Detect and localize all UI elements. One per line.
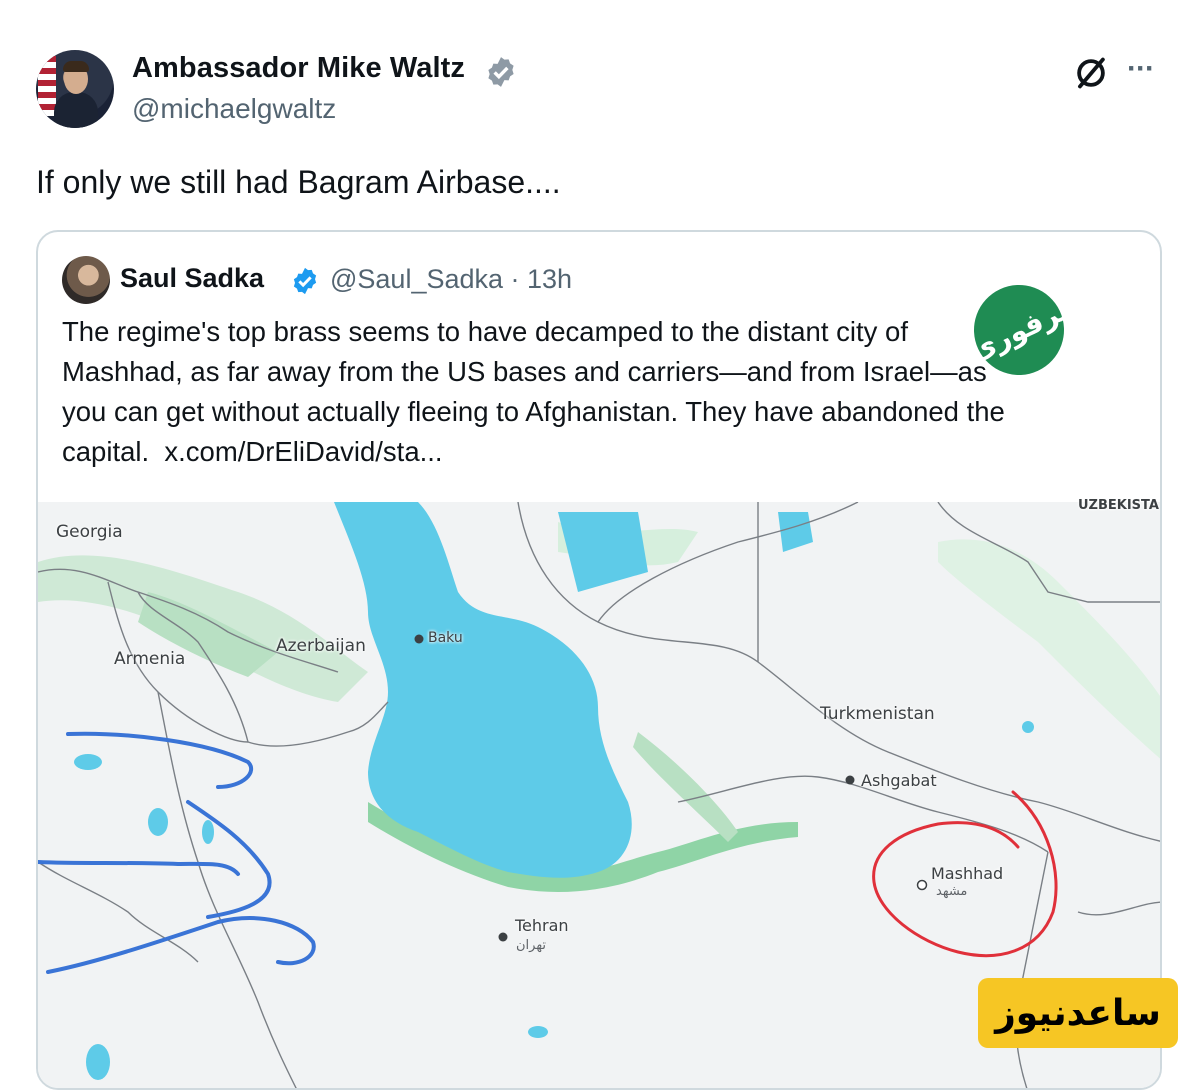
map-label-turkmenistan: Turkmenistan	[820, 704, 935, 724]
map-label-tehran: Tehran	[515, 916, 569, 935]
flag-graphic	[38, 56, 56, 116]
city-marker-baku	[414, 634, 424, 644]
verified-badge-icon	[293, 267, 317, 295]
lake	[86, 1044, 110, 1080]
lake	[528, 1026, 548, 1038]
quoted-author-avatar[interactable]	[62, 256, 110, 304]
tweet-card: Ambassador Mike Waltz @michaelgwaltz ···…	[0, 0, 1200, 1090]
quoted-text-last: capital.	[62, 436, 150, 467]
lake	[202, 820, 214, 844]
map-label-georgia: Georgia	[56, 522, 123, 542]
city-marker-ashgabat	[845, 775, 855, 785]
more-options-icon[interactable]: ···	[1127, 52, 1155, 86]
map-label-ashgabat: Ashgabat	[861, 771, 937, 790]
lake	[74, 754, 102, 770]
author-name[interactable]: Ambassador Mike Waltz	[132, 52, 465, 85]
map-label-azerbaijan: Azerbaijan	[276, 636, 366, 656]
author-handle[interactable]: @michaelgwaltz	[132, 93, 336, 125]
grok-icon[interactable]	[1072, 54, 1110, 92]
map-label-tehran-fa: تهران	[516, 938, 546, 953]
post-text: If only we still had Bagram Airbase....	[36, 164, 561, 200]
map-label-mashhad-fa: مشهد	[936, 884, 968, 899]
verified-badge-icon	[488, 57, 514, 87]
lake	[1022, 721, 1034, 733]
city-marker-tehran	[498, 932, 508, 942]
map-label-armenia: Armenia	[114, 649, 186, 669]
quoted-author-handle-time[interactable]: @Saul_Sadka · 13h	[330, 264, 572, 295]
author-avatar[interactable]	[36, 50, 114, 128]
map-label-uzbekistan: UZBEKISTA	[1078, 498, 1159, 513]
publisher-watermark: ساعدنیوز	[978, 978, 1178, 1048]
map-label-baku: Baku	[428, 630, 463, 646]
city-marker-mashhad	[916, 879, 928, 891]
suit-graphic	[54, 92, 98, 128]
quoted-author-name[interactable]: Saul Sadka	[120, 263, 264, 294]
quoted-text-line: you can get without actually fleeing to …	[62, 396, 1005, 427]
quoted-text-line: capital. x.com/DrEliDavid/sta...	[62, 432, 1142, 472]
map-label-mashhad: Mashhad	[931, 864, 1004, 883]
quoted-link[interactable]: x.com/DrEliDavid/sta...	[164, 436, 442, 467]
lake	[148, 808, 168, 836]
hair-graphic	[63, 61, 89, 72]
